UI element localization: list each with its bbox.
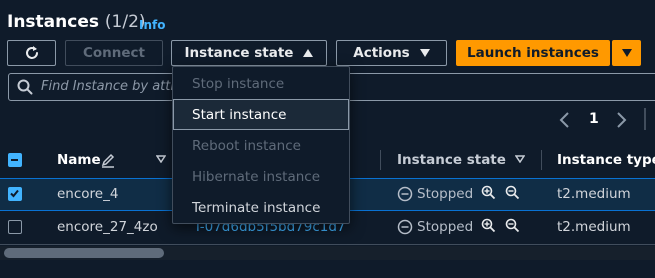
column-header-instance-state[interactable]: Instance state <box>397 152 506 168</box>
search-icon <box>17 79 33 95</box>
launch-options-dropdown[interactable] <box>612 40 641 66</box>
instance-type-value: t2.medium <box>557 219 631 235</box>
column-divider <box>541 150 542 170</box>
stopped-status-icon <box>397 219 413 235</box>
zoom-out-icon[interactable] <box>505 218 520 233</box>
menu-item-terminate-instance[interactable]: Terminate instance <box>173 192 349 223</box>
refresh-button[interactable] <box>7 40 56 66</box>
launch-instances-button[interactable]: Launch instances <box>456 40 610 66</box>
footer-strip <box>0 272 655 278</box>
current-page[interactable]: 1 <box>589 111 599 127</box>
instance-state-button-label: Instance state <box>184 45 294 61</box>
search-placeholder: Find Instance by attri <box>41 79 180 94</box>
row-checkbox[interactable] <box>8 187 22 201</box>
page-title-text: Instances <box>7 12 99 32</box>
caret-up-icon <box>303 49 314 57</box>
column-header-name-label: Name <box>57 152 101 168</box>
connect-button-label: Connect <box>82 45 145 61</box>
menu-item-start-instance[interactable]: Start instance <box>173 99 349 130</box>
connect-button[interactable]: Connect <box>65 40 163 66</box>
column-divider <box>380 150 381 170</box>
info-link[interactable]: Info <box>139 18 165 32</box>
refresh-icon <box>25 46 38 59</box>
row-divider <box>0 244 655 245</box>
checkmark-icon <box>10 189 19 198</box>
scrollbar-thumb[interactable] <box>4 248 164 258</box>
column-header-name[interactable]: Name <box>57 152 101 168</box>
sort-icon[interactable] <box>515 155 525 163</box>
column-header-instance-type[interactable]: Instance type <box>557 152 655 168</box>
pagination-divider <box>644 108 646 130</box>
instance-state-value: Stopped <box>417 186 474 202</box>
sort-icon[interactable] <box>156 155 166 163</box>
zoom-in-icon[interactable] <box>481 218 496 233</box>
actions-button[interactable]: Actions <box>336 40 447 66</box>
menu-item-stop-instance[interactable]: Stop instance <box>173 68 349 99</box>
instance-state-button[interactable]: Instance state <box>171 40 327 66</box>
menu-item-hibernate-instance[interactable]: Hibernate instance <box>173 161 349 192</box>
instance-name: encore_4 <box>57 186 119 202</box>
instance-name: encore_27_4zo <box>57 219 158 235</box>
stopped-status-icon <box>397 186 413 202</box>
page-title: Instances (1/2) <box>7 12 146 32</box>
previous-page-icon[interactable] <box>558 110 572 130</box>
row-checkbox[interactable] <box>8 220 22 234</box>
select-all-checkbox[interactable] <box>8 153 22 167</box>
launch-instances-label: Launch instances <box>467 45 599 61</box>
edit-pencil-icon[interactable] <box>100 152 116 168</box>
caret-down-icon <box>419 49 430 57</box>
next-page-icon[interactable] <box>614 110 628 130</box>
instance-state-value: Stopped <box>417 219 474 235</box>
caret-down-icon <box>621 49 632 57</box>
zoom-in-icon[interactable] <box>481 185 496 200</box>
zoom-out-icon[interactable] <box>505 185 520 200</box>
instance-type-value: t2.medium <box>557 186 631 202</box>
menu-item-reboot-instance[interactable]: Reboot instance <box>173 130 349 161</box>
actions-button-label: Actions <box>353 45 410 61</box>
